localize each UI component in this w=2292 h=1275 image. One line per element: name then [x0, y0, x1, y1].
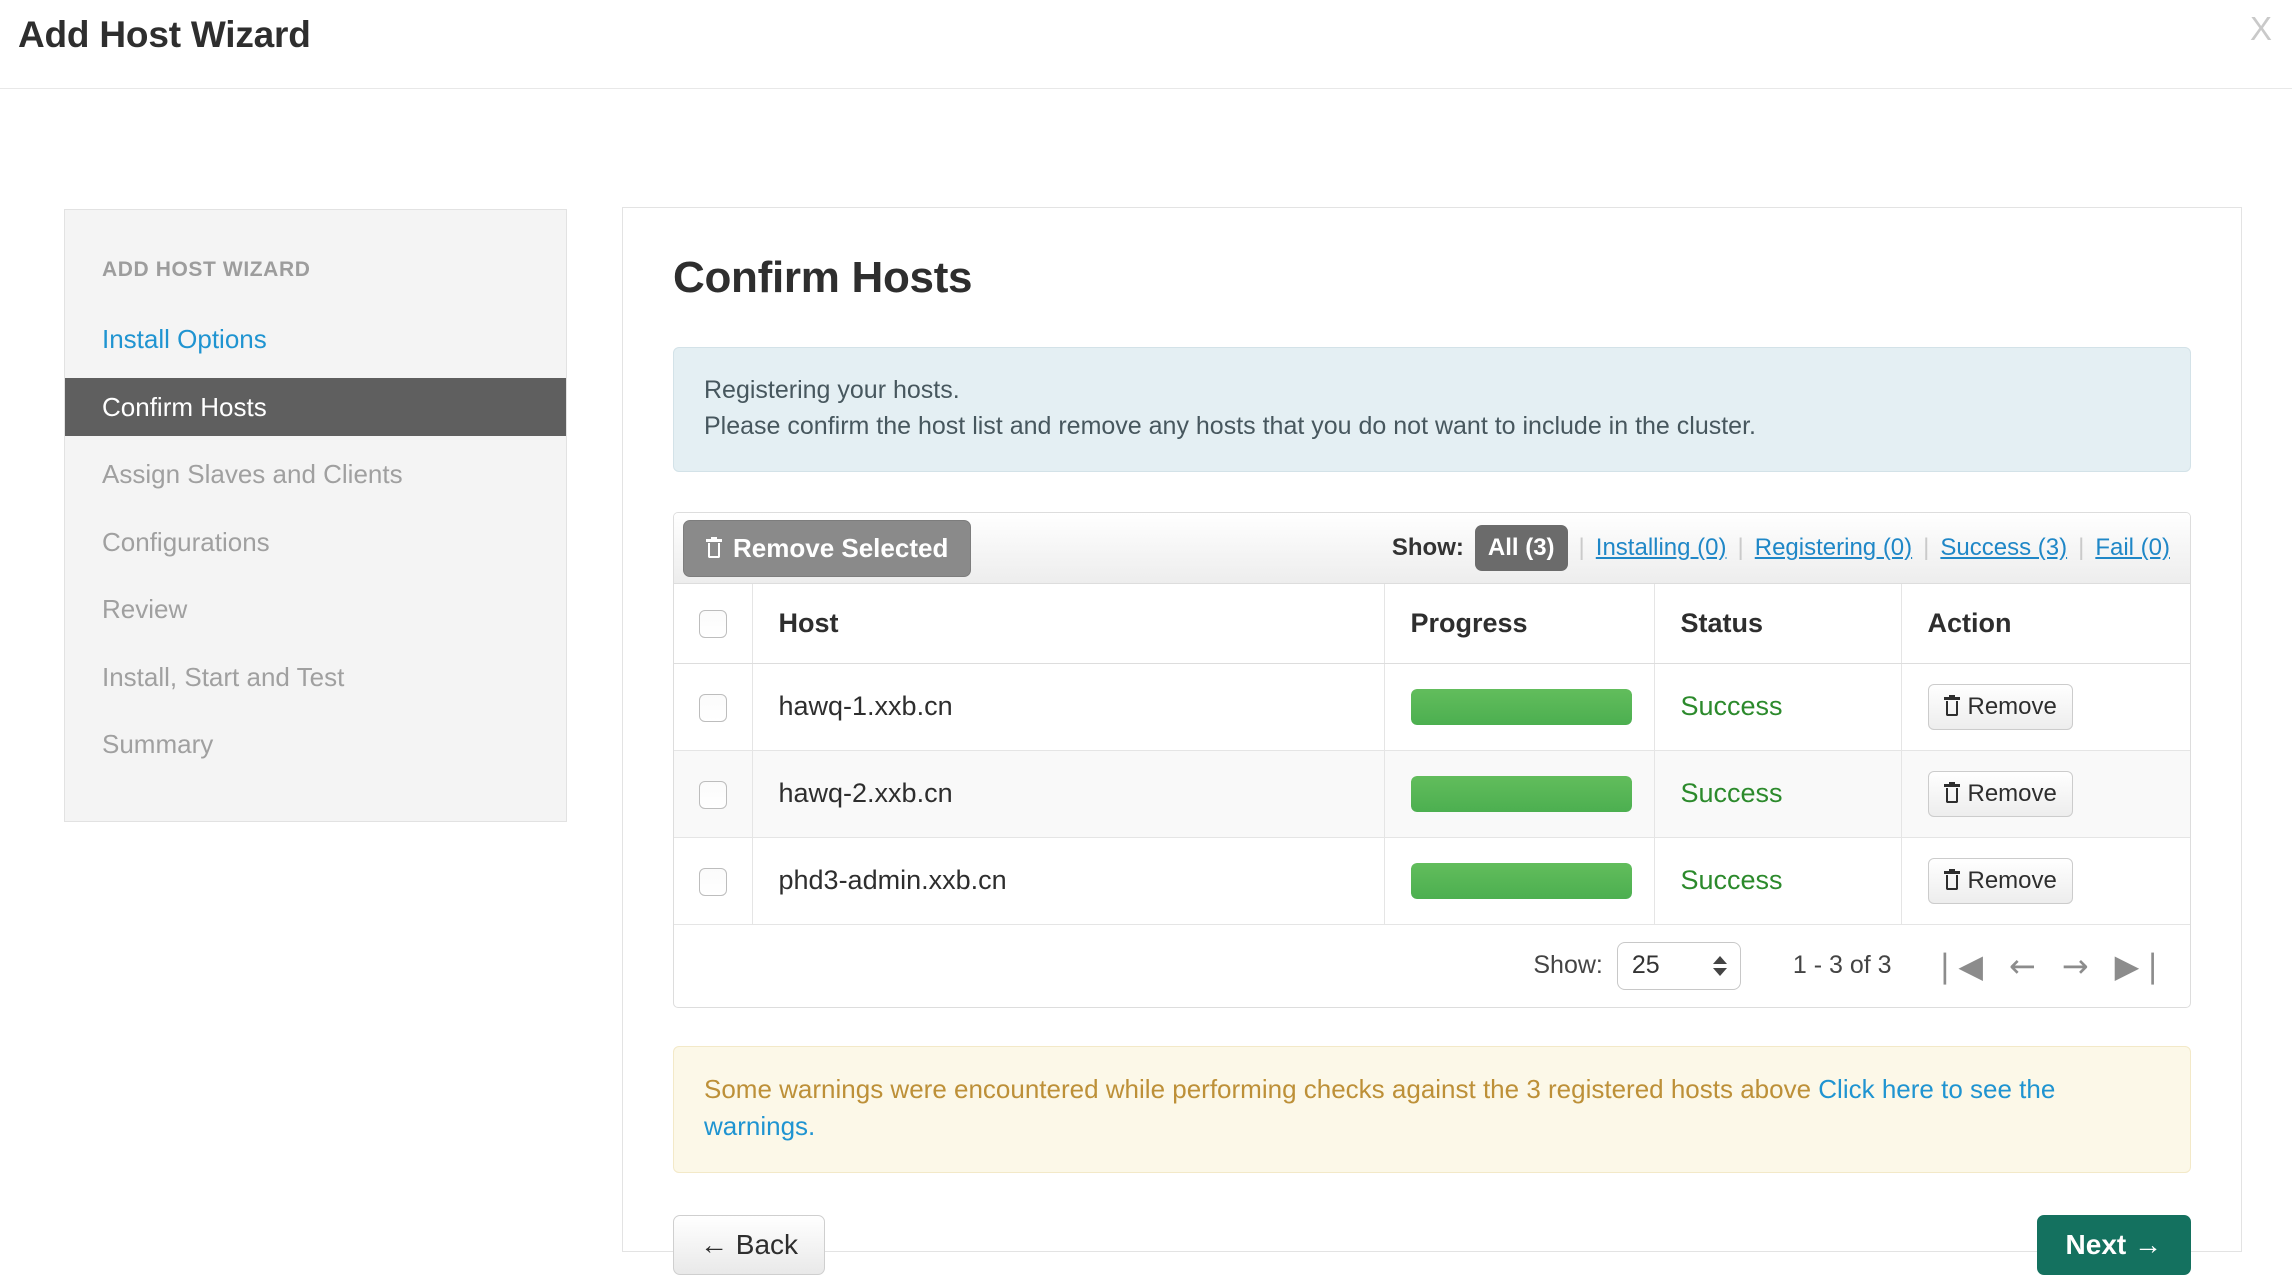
back-button[interactable]: ← Back: [673, 1214, 826, 1275]
warning-alert: Some warnings were encountered while per…: [673, 1045, 2191, 1173]
warning-text: Some warnings were encountered while per…: [704, 1073, 1819, 1104]
row-select-cell: [674, 837, 753, 925]
remove-row-label: Remove: [1967, 866, 2057, 894]
row-select-cell: [674, 663, 753, 751]
filter-registering[interactable]: Registering (0): [1755, 534, 1912, 562]
status-badge: Success: [1680, 778, 1783, 808]
select-all-checkbox[interactable]: [698, 610, 727, 639]
column-header-action: Action: [1901, 583, 2190, 664]
remove-selected-button[interactable]: Remove Selected: [683, 519, 972, 577]
trash-icon: [706, 536, 722, 558]
status-badge: Success: [1680, 691, 1783, 721]
filter-all[interactable]: All (3): [1474, 525, 1568, 571]
filter-separator: |: [1578, 534, 1585, 561]
filter-fail[interactable]: Fail (0): [2095, 534, 2170, 562]
page-title: Confirm Hosts: [673, 253, 973, 302]
info-alert-line-2: Please confirm the host list and remove …: [704, 412, 1756, 441]
close-icon[interactable]: X: [2250, 12, 2272, 45]
progress-bar: [1410, 862, 1632, 899]
cell-progress: [1384, 837, 1655, 925]
sidebar-heading: ADD HOST WIZARD: [102, 258, 311, 281]
trash-icon: [1943, 695, 1960, 716]
progress-bar-fill: [1410, 688, 1632, 725]
show-filter-label: Show:: [1391, 534, 1464, 561]
pagination-range: 1 - 3 of 3: [1792, 951, 1892, 979]
remove-selected-label: Remove Selected: [733, 532, 949, 563]
sidebar-item-install-start-and-test[interactable]: Install, Start and Test: [65, 648, 566, 707]
next-button[interactable]: Next →: [2036, 1214, 2191, 1275]
table-row: hawq-2.xxb.cn Success Remove: [674, 750, 2190, 838]
filter-installing[interactable]: Installing (0): [1596, 534, 1727, 562]
column-header-progress: Progress: [1384, 583, 1655, 664]
status-badge: Success: [1680, 865, 1783, 895]
info-alert: Registering your hosts. Please confirm t…: [673, 347, 2191, 472]
trash-icon: [1943, 869, 1960, 890]
cell-action: Remove: [1901, 750, 2190, 838]
sidebar-item-review[interactable]: Review: [65, 580, 566, 639]
status-filter-group: Show: All (3) | Installing (0) | Registe…: [1392, 513, 2170, 584]
page-size-select[interactable]: 25: [1616, 941, 1741, 990]
wizard-footer: ← Back Next →: [673, 1214, 2191, 1275]
select-all-header: [674, 583, 753, 664]
progress-bar: [1410, 688, 1632, 725]
cell-action: Remove: [1901, 663, 2190, 751]
previous-page-icon[interactable]: ←: [2009, 950, 2036, 982]
sidebar-item-summary[interactable]: Summary: [65, 715, 566, 774]
cell-status: Success: [1654, 750, 1902, 838]
remove-row-button[interactable]: Remove: [1927, 857, 2073, 904]
sidebar-item-assign-slaves-and-clients[interactable]: Assign Slaves and Clients: [65, 445, 566, 504]
main-panel: Confirm Hosts Registering your hosts. Pl…: [622, 207, 2242, 1275]
progress-bar-fill: [1410, 862, 1632, 899]
info-alert-line-1: Registering your hosts.: [704, 376, 960, 404]
remove-row-label: Remove: [1967, 779, 2057, 807]
stepper-icon[interactable]: [1712, 955, 1727, 976]
page-size-label: Show:: [1533, 951, 1603, 979]
hosts-table-toolbar: Remove Selected Show: All (3) | Installi…: [674, 512, 2190, 584]
row-select-cell: [674, 750, 753, 838]
cell-status: Success: [1654, 663, 1902, 751]
next-page-icon[interactable]: →: [2062, 950, 2089, 982]
wizard-body: ADD HOST WIZARD Install Options Confirm …: [0, 89, 2292, 1275]
row-checkbox[interactable]: [698, 867, 727, 896]
wizard-sidebar: ADD HOST WIZARD Install Options Confirm …: [64, 209, 567, 822]
progress-bar: [1410, 775, 1632, 812]
row-checkbox[interactable]: [698, 693, 727, 722]
hosts-table: Host Progress Status Action hawq-1.xxb.c…: [674, 583, 2190, 925]
sidebar-item-install-options[interactable]: Install Options: [65, 310, 566, 369]
first-page-icon[interactable]: ❘◀: [1932, 950, 1983, 982]
table-header-row: Host Progress Status Action: [674, 583, 2190, 664]
filter-separator: |: [1737, 534, 1744, 561]
table-row: hawq-1.xxb.cn Success Remove: [674, 663, 2190, 751]
cell-status: Success: [1654, 837, 1902, 925]
cell-progress: [1384, 663, 1655, 751]
cell-progress: [1384, 750, 1655, 838]
trash-icon: [1943, 782, 1960, 803]
cell-host: phd3-admin.xxb.cn: [752, 837, 1385, 925]
filter-success[interactable]: Success (3): [1940, 534, 2067, 562]
page-size-value: 25: [1631, 951, 1660, 979]
cell-host: hawq-1.xxb.cn: [752, 663, 1385, 751]
progress-bar-fill: [1410, 775, 1632, 812]
remove-row-button[interactable]: Remove: [1927, 770, 2073, 817]
window-title: Add Host Wizard: [18, 14, 311, 55]
cell-host: hawq-2.xxb.cn: [752, 750, 1385, 838]
row-checkbox[interactable]: [698, 780, 727, 809]
sidebar-item-confirm-hosts[interactable]: Confirm Hosts: [65, 377, 566, 436]
table-row: phd3-admin.xxb.cn Success Remove: [674, 837, 2190, 925]
column-header-status: Status: [1654, 583, 1902, 664]
hosts-table-card: Remove Selected Show: All (3) | Installi…: [673, 511, 2191, 1008]
remove-row-label: Remove: [1967, 692, 2057, 720]
sidebar-item-configurations[interactable]: Configurations: [65, 513, 566, 572]
window-header: Add Host Wizard X: [0, 0, 2292, 89]
remove-row-button[interactable]: Remove: [1927, 683, 2073, 730]
column-header-host: Host: [752, 583, 1385, 664]
filter-separator: |: [2078, 534, 2085, 561]
cell-action: Remove: [1901, 837, 2190, 925]
pager-buttons: ❘◀ ← → ▶❘: [1932, 950, 2166, 982]
last-page-icon[interactable]: ▶❘: [2115, 950, 2166, 982]
pagination-bar: Show: 25 1 - 3 of 3 ❘◀ ← → ▶❘: [674, 925, 2190, 1007]
filter-separator: |: [1923, 534, 1930, 561]
